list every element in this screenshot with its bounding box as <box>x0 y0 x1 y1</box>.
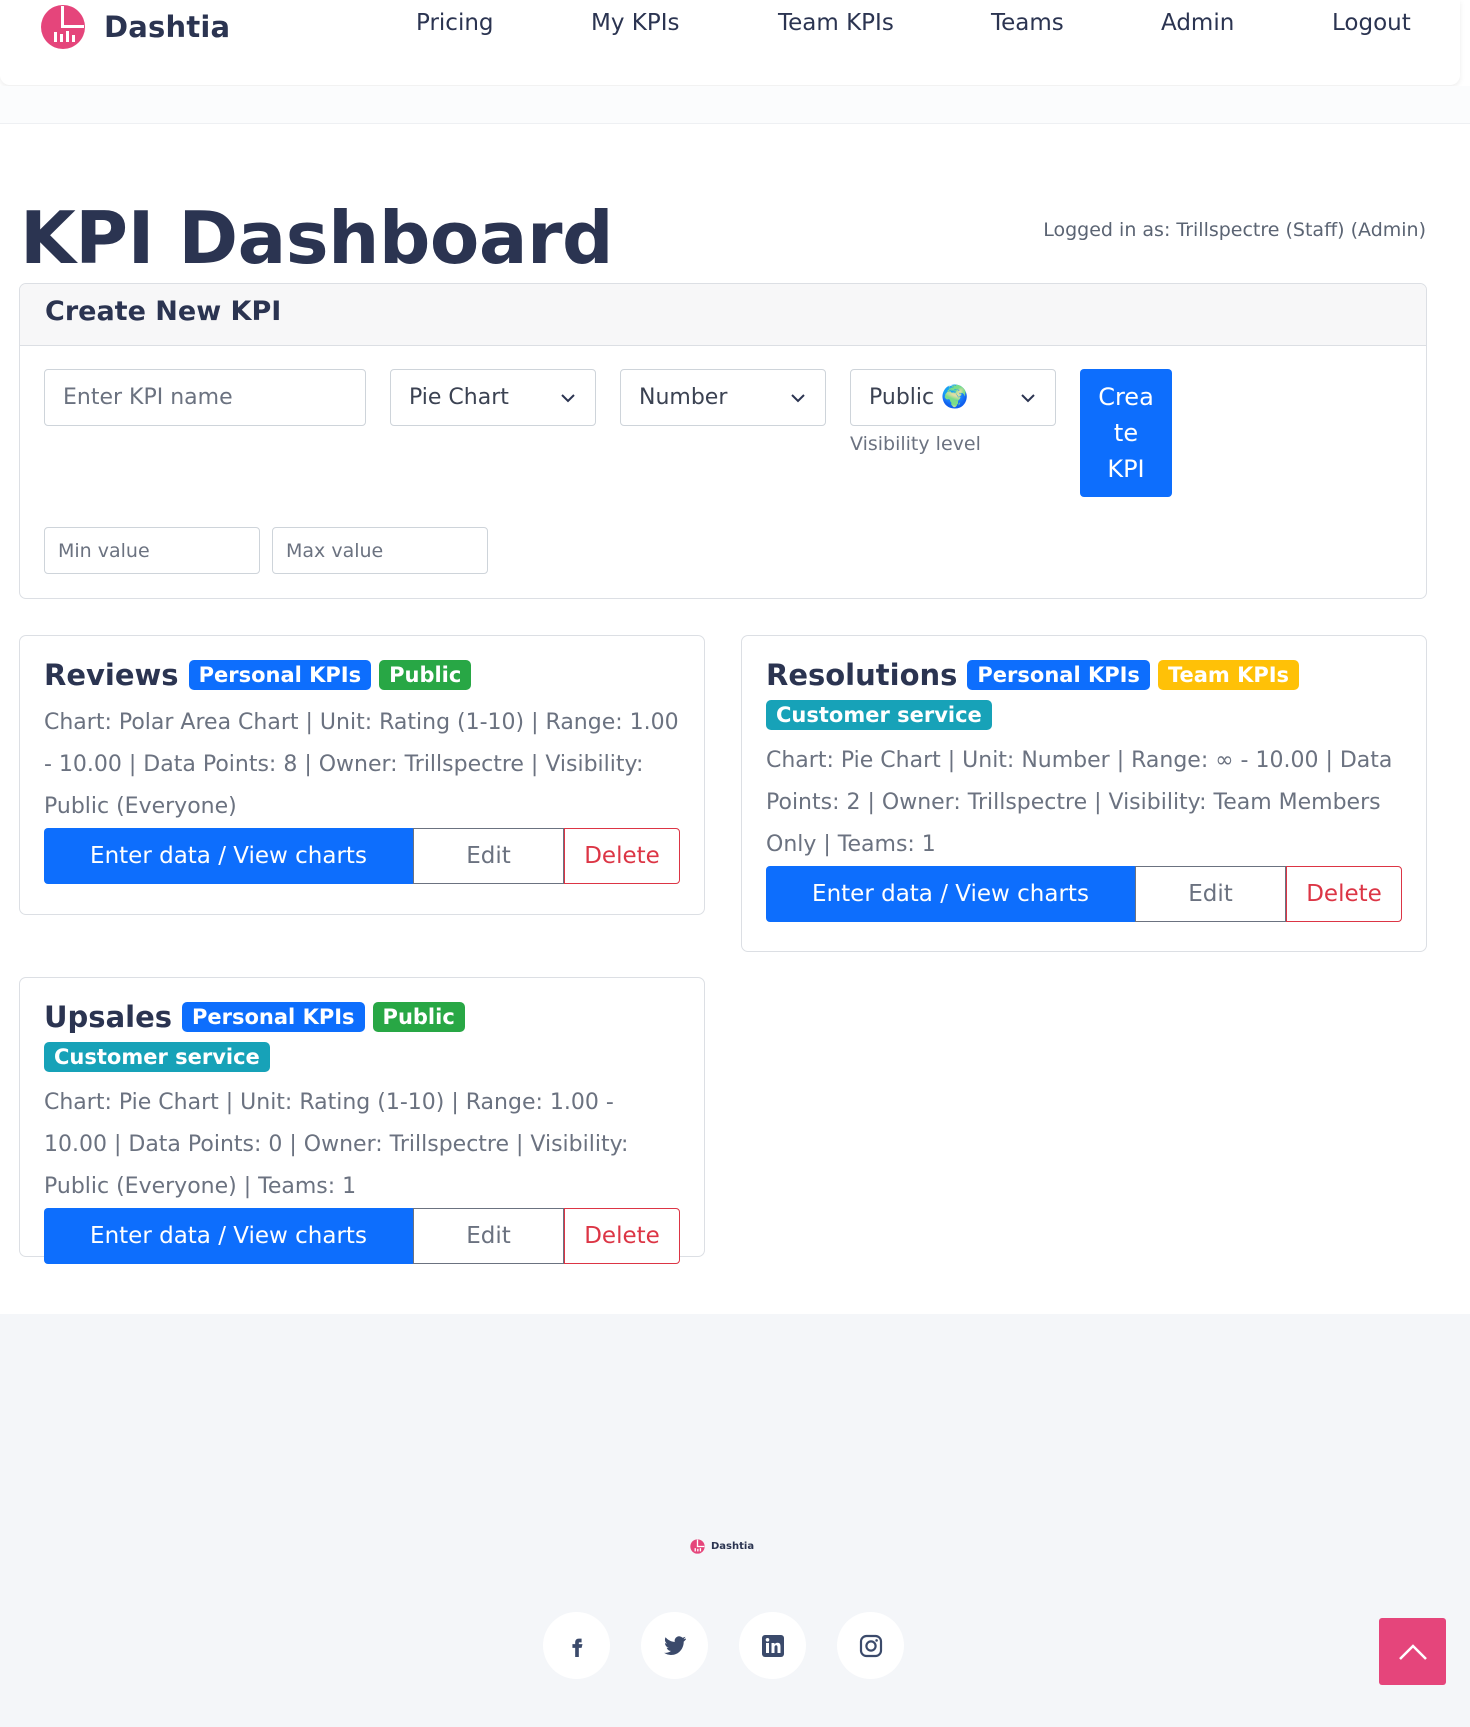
min-value-input[interactable]: Min value <box>44 527 260 574</box>
kpi-actions: Enter data / View charts Edit Delete <box>44 828 680 884</box>
linkedin-icon <box>761 1634 784 1657</box>
kpi-title: Upsales <box>44 1000 173 1034</box>
nav-team-kpis[interactable]: Team KPIs <box>778 10 894 36</box>
enter-data-button[interactable]: Enter data / View charts <box>766 866 1135 922</box>
kpi-card-upsales: Upsales Personal KPIs Public Customer se… <box>19 977 705 1264</box>
page-title: KPI Dashboard <box>20 196 614 280</box>
kpi-name-input[interactable]: Enter KPI name <box>44 369 366 426</box>
chevron-down-icon <box>1021 393 1035 402</box>
create-kpi-label-1: Crea <box>1098 383 1154 411</box>
enter-data-button[interactable]: Enter data / View charts <box>44 828 413 884</box>
badge-public: Public <box>379 660 472 690</box>
twitter-link[interactable] <box>641 1612 708 1679</box>
scroll-to-top-button[interactable] <box>1379 1618 1446 1685</box>
nav-my-kpis[interactable]: My KPIs <box>591 10 680 36</box>
kpi-description: Chart: Pie Chart | Unit: Number | Range:… <box>766 748 1393 857</box>
facebook-link[interactable] <box>543 1612 610 1679</box>
instagram-link[interactable] <box>837 1612 904 1679</box>
nav-divider <box>0 86 1470 124</box>
visibility-value: Public 🌍 <box>869 385 969 410</box>
chevron-down-icon <box>561 393 575 402</box>
kpi-title: Reviews <box>44 658 179 692</box>
visibility-select[interactable]: Public 🌍 <box>850 369 1056 426</box>
kpi-actions: Enter data / View charts Edit Delete <box>766 866 1402 922</box>
chart-type-value: Pie Chart <box>409 385 509 410</box>
badge-customer-service: Customer service <box>766 700 992 730</box>
kpi-description: Chart: Pie Chart | Unit: Rating (1-10) |… <box>44 1090 629 1199</box>
create-kpi-label-2: te <box>1113 419 1139 447</box>
nav-logout[interactable]: Logout <box>1332 10 1411 36</box>
logged-in-status: Logged in as: Trillspectre (Staff) (Admi… <box>1043 219 1426 241</box>
delete-button[interactable]: Delete <box>564 828 680 884</box>
delete-button[interactable]: Delete <box>1286 866 1402 922</box>
create-kpi-title: Create New KPI <box>20 284 1426 346</box>
unit-select[interactable]: Number <box>620 369 826 426</box>
linkedin-link[interactable] <box>739 1612 806 1679</box>
nav-admin[interactable]: Admin <box>1161 10 1234 36</box>
kpi-actions: Enter data / View charts Edit Delete <box>44 1208 680 1264</box>
dashtia-logo-icon <box>690 1539 705 1554</box>
badge-personal-kpis: Personal KPIs <box>967 660 1150 690</box>
badge-customer-service: Customer service <box>44 1042 270 1072</box>
top-navbar: Dashtia Pricing My KPIs Team KPIs Teams … <box>0 0 1460 85</box>
badge-public: Public <box>372 1002 465 1032</box>
nav-teams[interactable]: Teams <box>991 10 1064 36</box>
kpi-card-header: Upsales Personal KPIs Public Customer se… <box>44 1000 680 1072</box>
edit-button[interactable]: Edit <box>413 828 564 884</box>
kpi-card-header: Resolutions Personal KPIs Team KPIs Cust… <box>766 658 1402 730</box>
create-kpi-button[interactable]: Crea te KPI <box>1080 369 1172 497</box>
delete-button[interactable]: Delete <box>564 1208 680 1264</box>
kpi-title: Resolutions <box>766 658 958 692</box>
visibility-help: Visibility level <box>850 433 981 455</box>
badge-personal-kpis: Personal KPIs <box>182 1002 365 1032</box>
kpi-card-header: Reviews Personal KPIs Public <box>44 658 680 692</box>
instagram-icon <box>859 1634 882 1657</box>
max-value-input[interactable]: Max value <box>272 527 488 574</box>
enter-data-button[interactable]: Enter data / View charts <box>44 1208 413 1264</box>
chart-type-select[interactable]: Pie Chart <box>390 369 596 426</box>
footer-brand[interactable]: Dashtia <box>690 1539 754 1554</box>
chevron-down-icon <box>791 393 805 402</box>
nav-pricing[interactable]: Pricing <box>416 10 494 36</box>
chevron-up-icon <box>1398 1643 1427 1660</box>
edit-button[interactable]: Edit <box>1135 866 1286 922</box>
twitter-icon <box>663 1635 686 1655</box>
unit-value: Number <box>639 385 728 410</box>
facebook-icon <box>571 1638 582 1657</box>
footer <box>0 1314 1470 1727</box>
kpi-card-reviews: Reviews Personal KPIs Public Chart: Pola… <box>19 635 705 915</box>
kpi-description: Chart: Polar Area Chart | Unit: Rating (… <box>44 710 679 819</box>
kpi-card-resolutions: Resolutions Personal KPIs Team KPIs Cust… <box>741 635 1427 952</box>
nav-links: Pricing My KPIs Team KPIs Teams Admin Lo… <box>0 10 1460 44</box>
create-kpi-label-3: KPI <box>1107 455 1145 483</box>
badge-personal-kpis: Personal KPIs <box>188 660 372 690</box>
badge-team-kpis: Team KPIs <box>1157 660 1300 690</box>
footer-brand-name: Dashtia <box>711 1541 755 1552</box>
edit-button[interactable]: Edit <box>413 1208 564 1264</box>
